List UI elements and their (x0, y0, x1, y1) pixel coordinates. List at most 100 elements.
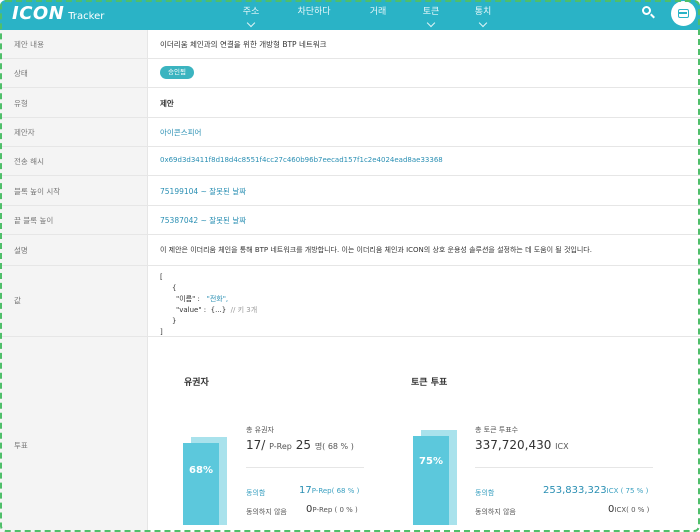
proposer-link[interactable]: 아이콘스피어 (160, 127, 201, 138)
end-block-link[interactable]: 75387042 (160, 216, 198, 225)
total-voters-value: 17/ P-Rep 25 명( 68 % ) (246, 438, 354, 452)
total-token-votes-value: 337,720,430 ICX (475, 438, 569, 452)
nav-item-governance[interactable]: 통치 (472, 0, 494, 30)
json-key: "value" : (176, 306, 207, 314)
json-close-brace: } (172, 317, 177, 325)
wallet-button[interactable] (671, 1, 696, 26)
row-end-block: 끝 블록 높이 75387042 ~ 잘못된 날짜 (0, 206, 700, 235)
proposal-description: 이 제안은 이더리움 체인을 통해 BTP 네트워크를 개방합니다. 이는 이더… (160, 246, 592, 254)
row-vote: 투표 유권자 68% 총 유권자 17/ P-Rep 25 명( 68 % ) … (0, 337, 700, 532)
voters-agree-unit: P-Rep( 68 % ) (311, 487, 360, 495)
row-label-cell: 값 (0, 266, 148, 336)
token-progress-bar: 75% (413, 430, 457, 525)
voters-disagree-value: 0P-Rep ( 0 % ) (306, 504, 358, 515)
voters-disagree-unit: P-Rep ( 0 % ) (312, 506, 358, 514)
row-label: 설명 (14, 246, 28, 255)
row-type: 유형 제안 (0, 88, 700, 118)
nav-label-tokens: 토큰 (422, 7, 440, 17)
start-block-link[interactable]: 75199104 (160, 187, 198, 196)
row-label: 전송 해시 (14, 157, 44, 166)
start-block-date: ~ 잘못된 날짜 (198, 187, 247, 196)
row-label: 상태 (14, 69, 28, 78)
end-block-value: 75387042 ~ 잘못된 날짜 (160, 215, 246, 226)
nav-item-transactions[interactable]: 거래 (368, 0, 388, 30)
row-label-cell: 블록 높이 시작 (0, 176, 148, 205)
total-token-votes-label: 총 토큰 투표수 (475, 426, 519, 434)
json-collapsed-toggle[interactable]: {...} (211, 306, 227, 314)
nav-label-governance: 통치 (474, 7, 492, 17)
nav-item-tokens[interactable]: 토큰 (420, 0, 442, 30)
tx-hash-link[interactable]: 0x69d3d3411f8d18d4c8551f4cc27c460b96b7ee… (160, 156, 443, 164)
nav-label-address: 주소 (242, 7, 260, 17)
row-value: 값 [ { "이름" : "전화", "value" : {...} // 키 … (0, 266, 700, 337)
row-description: 설명 이 제안은 이더리움 체인을 통해 BTP 네트워크를 개방합니다. 이는… (0, 235, 700, 266)
token-agree-value: 253,833,323ICX ( 75 % ) (543, 485, 648, 496)
row-label-cell: 유형 (0, 88, 148, 117)
proposal-title: 이더리움 체인과의 연결을 위한 개방형 BTP 네트워크 (160, 40, 327, 49)
json-line-2: "value" : {...} // 키 3개 (160, 305, 257, 316)
nav-label-blocks: 차단하다 (297, 7, 331, 17)
total-voters-of: 25 (295, 438, 311, 452)
json-string: "전화", (206, 295, 229, 303)
search-button[interactable] (640, 4, 658, 22)
icon-tracker-logo[interactable]: ICON Tracker (12, 3, 104, 24)
total-token-votes-amount: 337,720,430 (475, 438, 552, 452)
row-label-cell: 끝 블록 높이 (0, 206, 148, 234)
search-icon-handle (650, 13, 655, 19)
logo-main-text: ICON (12, 3, 65, 24)
token-disagree-value: 0ICX( 0 % ) (608, 504, 649, 515)
voters-bar-fill: 68% (183, 443, 219, 525)
token-divider (475, 467, 653, 468)
voters-agree-num: 17 (299, 485, 312, 496)
row-label: 유형 (14, 99, 28, 108)
chevron-down-icon (478, 18, 488, 28)
row-label: 값 (14, 296, 21, 305)
row-label-cell: 전송 해시 (0, 147, 148, 175)
total-voters-suffix: 명( 68 % ) (314, 442, 354, 451)
row-start-block: 블록 높이 시작 75199104 ~ 잘못된 날짜 (0, 176, 700, 206)
voters-divider (246, 467, 364, 468)
logo-sub-text: Tracker (68, 11, 105, 22)
row-status: 상태 승인됨 (0, 59, 700, 88)
wallet-icon (678, 9, 689, 18)
voters-agree-value: 17P-Rep( 68 % ) (299, 485, 359, 496)
total-token-votes-unit: ICX (555, 442, 569, 451)
json-key: "이름" : (176, 295, 200, 303)
nav-item-blocks[interactable]: 차단하다 (287, 0, 341, 30)
status-badge: 승인됨 (160, 66, 194, 79)
row-title: 제안 내용 이더리움 체인과의 연결을 위한 개방형 BTP 네트워크 (0, 30, 700, 59)
row-tx-hash: 전송 해시 0x69d3d3411f8d18d4c8551f4cc27c460b… (0, 147, 700, 176)
json-open-bracket: [ (160, 273, 163, 281)
voters-title: 유권자 (184, 378, 209, 388)
row-label-cell: 제안자 (0, 118, 148, 146)
json-value-viewer: [ { "이름" : "전화", "value" : {...} // 키 3개… (160, 272, 257, 338)
row-label: 블록 높이 시작 (14, 187, 61, 196)
token-agree-unit: ICX ( 75 % ) (606, 487, 649, 495)
token-vote-title: 토큰 투표 (411, 378, 448, 388)
total-voters-label: 총 유권자 (246, 426, 274, 434)
voters-disagree-label: 동의하지 않음 (246, 508, 287, 516)
row-label: 제안 내용 (14, 40, 44, 49)
row-label: 끝 블록 높이 (14, 216, 54, 225)
proposal-type: 제안 (160, 99, 174, 108)
token-bar-fill: 75% (413, 436, 449, 525)
start-block-value: 75199104 ~ 잘못된 날짜 (160, 186, 246, 197)
row-label-cell: 투표 (0, 337, 148, 532)
top-header: ICON Tracker 주소 차단하다 거래 토큰 통치 (0, 0, 700, 30)
json-open-brace: { (172, 284, 177, 292)
token-disagree-label: 동의하지 않음 (475, 508, 516, 516)
json-line-1: "이름" : "전화", (160, 294, 257, 305)
end-block-date: ~ 잘못된 날짜 (198, 216, 247, 225)
json-comment: // 키 3개 (230, 306, 258, 314)
token-percent: 75% (419, 456, 443, 467)
row-label-cell: 설명 (0, 235, 148, 265)
main-nav: 주소 차단하다 거래 토큰 통치 (238, 0, 494, 30)
voters-agree-label: 동의함 (246, 489, 266, 497)
row-label-cell: 상태 (0, 59, 148, 87)
token-agree-num: 253,833,323 (543, 485, 607, 496)
row-proposer: 제안자 아이콘스피어 (0, 118, 700, 147)
nav-item-address[interactable]: 주소 (238, 0, 264, 30)
token-agree-label: 동의함 (475, 489, 495, 497)
total-voters-count: 17/ (246, 438, 266, 452)
voters-percent: 68% (189, 465, 213, 476)
